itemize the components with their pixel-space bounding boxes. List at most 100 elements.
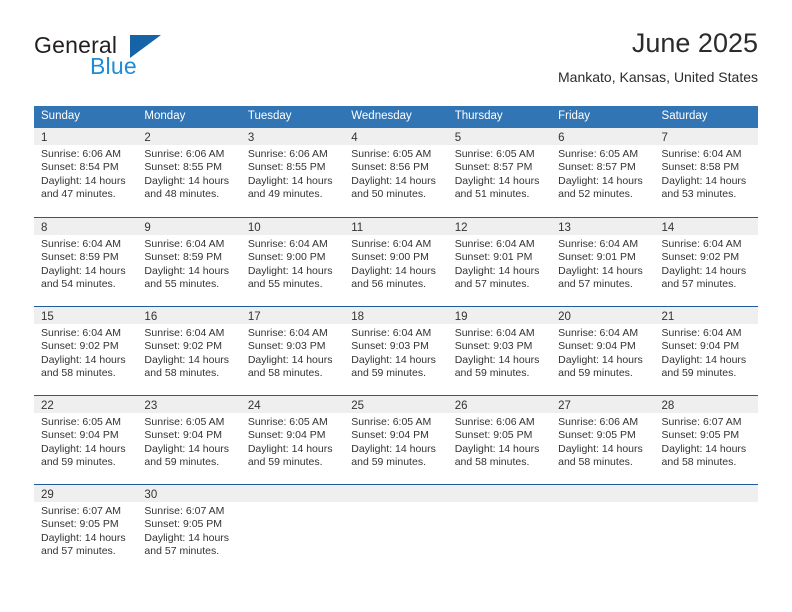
daylight-text-line1: Daylight: 14 hours [454, 353, 540, 366]
day-number-band [447, 485, 552, 502]
weekday-header-row: Sunday Monday Tuesday Wednesday Thursday… [34, 106, 758, 128]
general-blue-logo[interactable]: General Blue [34, 32, 264, 92]
sunrise-text: Sunrise: 6:04 AM [454, 238, 535, 250]
day-number: 28 [661, 400, 675, 412]
day-number: 7 [661, 132, 668, 144]
sunset-text: Sunset: 9:00 PM [351, 251, 429, 264]
day-number-band [654, 485, 758, 502]
sunset-text: Sunset: 9:05 PM [558, 429, 636, 442]
daylight-text-line1: Daylight: 14 hours [144, 353, 230, 366]
day-details: Sunrise: 6:07 AM Sunset: 9:05 PM Dayligh… [137, 502, 240, 559]
day-number: 11 [351, 222, 364, 234]
day-details: Sunrise: 6:05 AM Sunset: 9:04 PM Dayligh… [137, 413, 240, 470]
day-number-band: 2 [137, 128, 241, 145]
day-number: 24 [247, 400, 261, 412]
day-number: 3 [247, 132, 255, 144]
sunrise-text: Sunrise: 6:06 AM [247, 148, 328, 160]
daylight-text-line1: Daylight: 14 hours [247, 442, 333, 455]
day-cell[interactable]: 30 Sunrise: 6:07 AM Sunset: 9:05 PM Dayl… [137, 485, 241, 573]
week-row: 15 Sunrise: 6:04 AM Sunset: 9:02 PM Dayl… [34, 306, 758, 395]
sunrise-text: Sunrise: 6:04 AM [144, 238, 225, 250]
day-number-band: 21 [654, 307, 758, 324]
day-cell[interactable]: 17 Sunrise: 6:04 AM Sunset: 9:03 PM Dayl… [240, 307, 345, 395]
week-row: 1 Sunrise: 6:06 AM Sunset: 8:54 PM Dayli… [34, 128, 758, 217]
day-number: 16 [144, 311, 158, 323]
day-number: 15 [41, 311, 54, 323]
day-number-band [344, 485, 448, 502]
daylight-text-line2: and 49 minutes. [247, 188, 323, 201]
day-details: Sunrise: 6:05 AM Sunset: 8:56 PM Dayligh… [344, 145, 447, 202]
page-title: June 2025 [631, 28, 758, 58]
sunrise-text: Sunrise: 6:04 AM [558, 327, 639, 339]
day-cell[interactable]: 2 Sunrise: 6:06 AM Sunset: 8:55 PM Dayli… [137, 128, 241, 217]
day-cell[interactable]: 19 Sunrise: 6:04 AM Sunset: 9:03 PM Dayl… [447, 307, 552, 395]
day-cell-empty [654, 485, 758, 573]
day-number-band: 14 [654, 218, 758, 235]
day-cell[interactable]: 8 Sunrise: 6:04 AM Sunset: 8:59 PM Dayli… [34, 218, 138, 306]
sunset-text: Sunset: 8:55 PM [144, 161, 223, 174]
sunrise-text: Sunrise: 6:05 AM [41, 416, 121, 428]
daylight-text-line2: and 58 minutes. [247, 367, 323, 380]
daylight-text-line1: Daylight: 14 hours [558, 353, 643, 366]
day-cell[interactable]: 14 Sunrise: 6:04 AM Sunset: 9:02 PM Dayl… [654, 218, 758, 306]
day-cell[interactable]: 29 Sunrise: 6:07 AM Sunset: 9:05 PM Dayl… [34, 485, 138, 573]
daylight-text-line1: Daylight: 14 hours [661, 264, 747, 277]
weekday-header-tuesday: Tuesday [247, 110, 292, 122]
day-cell[interactable]: 1 Sunrise: 6:06 AM Sunset: 8:54 PM Dayli… [34, 128, 138, 217]
day-details: Sunrise: 6:07 AM Sunset: 9:05 PM Dayligh… [655, 413, 758, 470]
daylight-text-line2: and 58 minutes. [558, 456, 633, 469]
day-number-band: 27 [551, 396, 655, 413]
day-details: Sunrise: 6:05 AM Sunset: 9:04 PM Dayligh… [34, 413, 137, 470]
day-cell[interactable]: 13 Sunrise: 6:04 AM Sunset: 9:01 PM Dayl… [551, 218, 655, 306]
weekday-header-friday: Friday [558, 110, 591, 122]
day-cell-empty [447, 485, 552, 573]
day-number-band: 20 [551, 307, 655, 324]
sunrise-text: Sunrise: 6:04 AM [41, 327, 121, 339]
week-row: 8 Sunrise: 6:04 AM Sunset: 8:59 PM Dayli… [34, 217, 758, 306]
day-number: 26 [454, 400, 468, 412]
day-cell[interactable]: 26 Sunrise: 6:06 AM Sunset: 9:05 PM Dayl… [447, 396, 552, 484]
day-cell[interactable]: 9 Sunrise: 6:04 AM Sunset: 8:59 PM Dayli… [137, 218, 241, 306]
sunset-text: Sunset: 8:59 PM [144, 251, 223, 264]
day-number-band: 28 [654, 396, 758, 413]
day-cell[interactable]: 18 Sunrise: 6:04 AM Sunset: 9:03 PM Dayl… [344, 307, 448, 395]
day-number: 6 [558, 132, 565, 144]
sunset-text: Sunset: 9:02 PM [661, 251, 740, 264]
day-cell[interactable]: 22 Sunrise: 6:05 AM Sunset: 9:04 PM Dayl… [34, 396, 138, 484]
day-details: Sunrise: 6:04 AM Sunset: 9:02 PM Dayligh… [655, 235, 758, 292]
day-cell[interactable]: 28 Sunrise: 6:07 AM Sunset: 9:05 PM Dayl… [654, 396, 758, 484]
day-number: 2 [144, 132, 151, 144]
weekday-header-saturday: Saturday [661, 110, 708, 122]
sunrise-text: Sunrise: 6:05 AM [144, 416, 225, 428]
daylight-text-line1: Daylight: 14 hours [454, 442, 540, 455]
day-cell[interactable]: 6 Sunrise: 6:05 AM Sunset: 8:57 PM Dayli… [551, 128, 655, 217]
daylight-text-line1: Daylight: 14 hours [144, 442, 230, 455]
sunrise-text: Sunrise: 6:06 AM [558, 416, 639, 428]
day-cell[interactable]: 11 Sunrise: 6:04 AM Sunset: 9:00 PM Dayl… [344, 218, 448, 306]
day-cell[interactable]: 20 Sunrise: 6:04 AM Sunset: 9:04 PM Dayl… [551, 307, 655, 395]
day-cell[interactable]: 5 Sunrise: 6:05 AM Sunset: 8:57 PM Dayli… [447, 128, 552, 217]
day-cell[interactable]: 16 Sunrise: 6:04 AM Sunset: 9:02 PM Dayl… [137, 307, 241, 395]
day-cell[interactable]: 7 Sunrise: 6:04 AM Sunset: 8:58 PM Dayli… [654, 128, 758, 217]
sunset-text: Sunset: 9:04 PM [247, 429, 326, 442]
day-cell[interactable]: 12 Sunrise: 6:04 AM Sunset: 9:01 PM Dayl… [447, 218, 552, 306]
sunrise-text: Sunrise: 6:04 AM [661, 327, 742, 339]
day-cell[interactable]: 23 Sunrise: 6:05 AM Sunset: 9:04 PM Dayl… [137, 396, 241, 484]
daylight-text-line2: and 59 minutes. [661, 367, 737, 380]
day-cell[interactable]: 3 Sunrise: 6:06 AM Sunset: 8:55 PM Dayli… [240, 128, 345, 217]
day-number: 12 [454, 222, 468, 234]
day-cell[interactable]: 25 Sunrise: 6:05 AM Sunset: 9:04 PM Dayl… [344, 396, 448, 484]
sunset-text: Sunset: 9:02 PM [144, 340, 223, 353]
day-cell[interactable]: 4 Sunrise: 6:05 AM Sunset: 8:56 PM Dayli… [344, 128, 448, 217]
day-cell[interactable]: 27 Sunrise: 6:06 AM Sunset: 9:05 PM Dayl… [551, 396, 655, 484]
daylight-text-line2: and 47 minutes. [41, 188, 116, 201]
daylight-text-line2: and 48 minutes. [144, 188, 220, 201]
daylight-text-line1: Daylight: 14 hours [661, 174, 747, 187]
weekday-header-monday: Monday [144, 110, 186, 122]
day-cell[interactable]: 21 Sunrise: 6:04 AM Sunset: 9:04 PM Dayl… [654, 307, 758, 395]
day-cell[interactable]: 24 Sunrise: 6:05 AM Sunset: 9:04 PM Dayl… [240, 396, 345, 484]
day-cell[interactable]: 15 Sunrise: 6:04 AM Sunset: 9:02 PM Dayl… [34, 307, 138, 395]
day-details [241, 502, 344, 505]
sunrise-text: Sunrise: 6:05 AM [454, 148, 535, 160]
day-cell[interactable]: 10 Sunrise: 6:04 AM Sunset: 9:00 PM Dayl… [240, 218, 345, 306]
